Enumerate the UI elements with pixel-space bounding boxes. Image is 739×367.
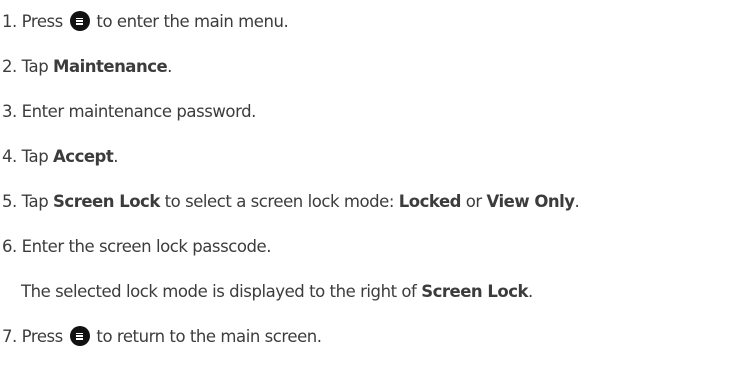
step-5: 5. Tap Screen Lock to select a screen lo… — [2, 191, 580, 213]
step-number: 5. — [2, 192, 17, 211]
step-4: 4. Tap Accept. — [2, 146, 118, 168]
ui-term-maintenance: Maintenance — [53, 57, 168, 76]
step-6: 6. Enter the screen lock passcode. — [2, 236, 271, 258]
punctuation: . — [527, 282, 533, 301]
step-text: to return to the main screen. — [96, 327, 322, 346]
step-text: Tap — [21, 57, 49, 76]
ui-term-screen-lock: Screen Lock — [53, 192, 160, 211]
step-text: or — [465, 192, 482, 211]
instruction-page: 1. Press to enter the main menu. 2. Tap … — [0, 0, 739, 367]
step-2: 2. Tap Maintenance. — [2, 56, 172, 78]
step-number: 4. — [2, 147, 17, 166]
menu-button-icon — [69, 326, 90, 346]
step-number: 6. — [2, 237, 17, 256]
ui-term-locked: Locked — [398, 192, 462, 211]
step-text: Tap — [21, 192, 49, 211]
punctuation: . — [167, 57, 172, 76]
punctuation: . — [113, 147, 119, 166]
step-number: 2. — [2, 57, 17, 76]
step-text: Press — [21, 12, 64, 31]
step-number: 3. — [2, 102, 17, 121]
step-text: to select a screen lock mode: — [164, 192, 395, 211]
step-3: 3. Enter maintenance password. — [2, 101, 256, 123]
menu-button-icon — [69, 11, 90, 31]
step-1: 1. Press to enter the main menu. — [2, 11, 289, 33]
step-6-note: The selected lock mode is displayed to t… — [21, 281, 533, 303]
step-number: 1. — [2, 12, 17, 31]
punctuation: . — [574, 192, 580, 211]
step-text: Press — [21, 327, 64, 346]
step-7: 7. Press to return to the main screen. — [2, 326, 322, 348]
step-text: Enter maintenance password. — [21, 102, 257, 121]
ui-term-accept: Accept — [53, 147, 114, 166]
step-text: to enter the main menu. — [96, 12, 289, 31]
ui-term-screen-lock: Screen Lock — [421, 282, 528, 301]
step-number: 7. — [2, 327, 17, 346]
ui-term-view-only: View Only — [486, 192, 576, 211]
step-text: Tap — [21, 147, 49, 166]
step-text: Enter the screen lock passcode. — [21, 237, 272, 256]
note-text: The selected lock mode is displayed to t… — [21, 282, 417, 301]
